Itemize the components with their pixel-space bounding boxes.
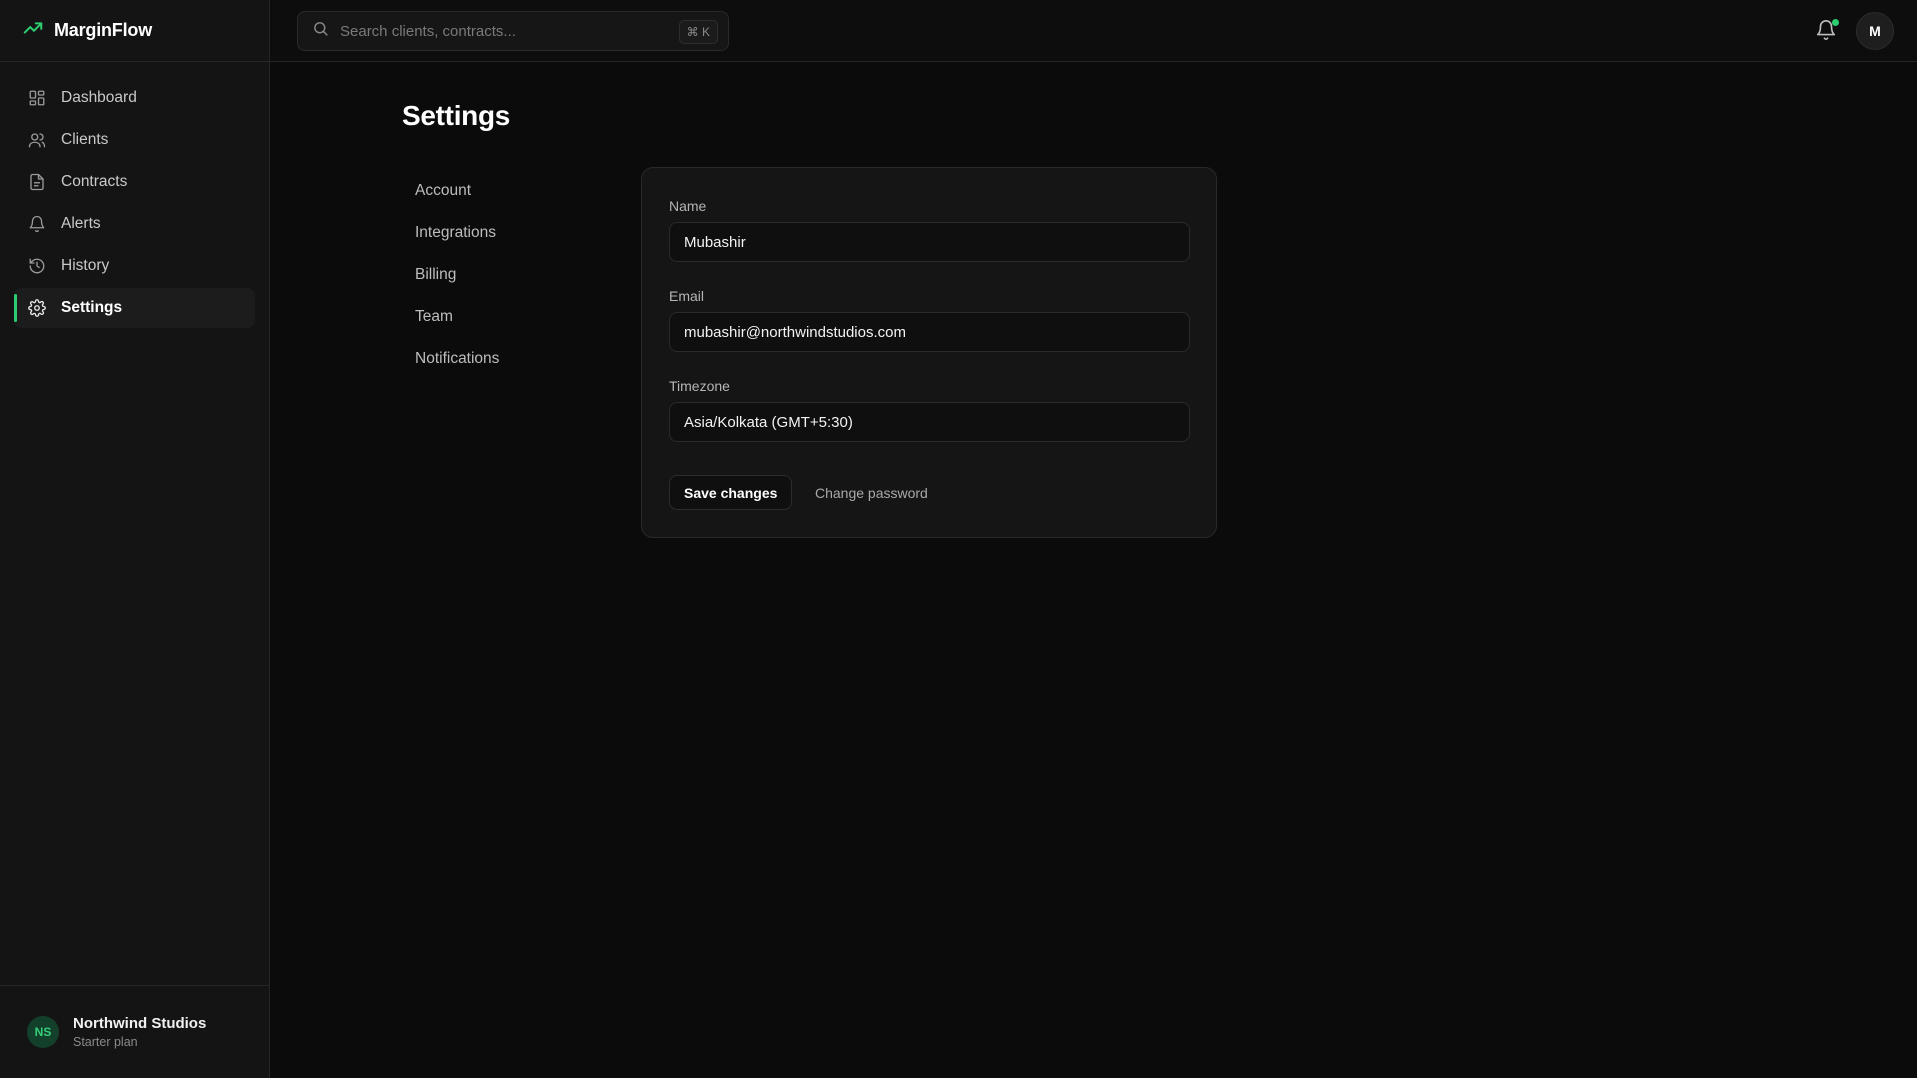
brand[interactable]: MarginFlow bbox=[0, 0, 269, 62]
trending-up-icon bbox=[22, 17, 44, 44]
account-settings-card: Name Email Timezone Save changes Change … bbox=[641, 167, 1217, 538]
app-root: MarginFlow Dashboard Clients Contracts A… bbox=[0, 0, 1917, 1078]
subnav-account[interactable]: Account bbox=[415, 170, 499, 212]
shortcut-hint: ⌘ K bbox=[678, 20, 718, 44]
email-field-wrapper bbox=[669, 312, 1190, 352]
topbar: ⌘ K M bbox=[270, 0, 1917, 62]
sidebar-item-clients[interactable]: Clients bbox=[14, 120, 255, 160]
email-field[interactable] bbox=[684, 323, 1189, 341]
name-field-wrapper bbox=[669, 222, 1190, 262]
org-info: Northwind Studios Starter plan bbox=[73, 1015, 206, 1049]
users-icon bbox=[27, 130, 47, 150]
sidebar-item-label: Alerts bbox=[61, 215, 101, 232]
timezone-label: Timezone bbox=[669, 378, 730, 394]
name-label: Name bbox=[669, 198, 707, 214]
bell-icon bbox=[27, 214, 47, 234]
search-icon bbox=[312, 20, 329, 42]
sidebar: MarginFlow Dashboard Clients Contracts A… bbox=[0, 0, 270, 1078]
org-name: Northwind Studios bbox=[73, 1015, 207, 1032]
sidebar-item-settings[interactable]: Settings bbox=[14, 288, 255, 328]
name-field[interactable] bbox=[684, 233, 1189, 251]
search-box[interactable]: ⌘ K bbox=[297, 11, 729, 51]
notifications-button[interactable] bbox=[1815, 19, 1839, 43]
sidebar-item-history[interactable]: History bbox=[14, 246, 255, 286]
sidebar-item-label: History bbox=[61, 257, 110, 274]
notification-dot bbox=[1832, 19, 1839, 26]
change-password-button[interactable]: Change password bbox=[815, 475, 928, 510]
subnav-notifications[interactable]: Notifications bbox=[415, 338, 499, 380]
subnav-integrations[interactable]: Integrations bbox=[415, 212, 499, 254]
subnav-billing[interactable]: Billing bbox=[415, 254, 499, 296]
subnav-team[interactable]: Team bbox=[415, 296, 499, 338]
gear-icon bbox=[27, 298, 47, 318]
search-input[interactable] bbox=[340, 22, 670, 40]
grid-icon bbox=[27, 88, 47, 108]
page-title: Settings bbox=[402, 100, 511, 131]
brand-name: MarginFlow bbox=[54, 20, 152, 40]
history-icon bbox=[27, 256, 47, 276]
timezone-field[interactable] bbox=[684, 413, 1189, 431]
document-icon bbox=[27, 172, 47, 192]
sidebar-item-label: Clients bbox=[61, 131, 109, 148]
sidebar-item-contracts[interactable]: Contracts bbox=[14, 162, 255, 202]
timezone-field-wrapper bbox=[669, 402, 1190, 442]
org-plan: Starter plan bbox=[73, 1035, 138, 1049]
sidebar-item-label: Contracts bbox=[61, 173, 128, 190]
org-avatar: NS bbox=[27, 1016, 59, 1048]
sidebar-item-alerts[interactable]: Alerts bbox=[14, 204, 255, 244]
save-button[interactable]: Save changes bbox=[669, 475, 793, 510]
sidebar-nav: Dashboard Clients Contracts Alerts Histo… bbox=[0, 62, 269, 328]
org-switcher[interactable]: NS Northwind Studios Starter plan bbox=[0, 985, 269, 1078]
settings-subnav: Account Integrations Billing Team Notifi… bbox=[415, 170, 499, 380]
sidebar-item-label: Settings bbox=[61, 299, 123, 316]
sidebar-item-dashboard[interactable]: Dashboard bbox=[14, 78, 255, 118]
sidebar-item-label: Dashboard bbox=[61, 89, 137, 106]
bell-icon bbox=[1815, 20, 1837, 45]
user-avatar[interactable]: M bbox=[1856, 12, 1894, 50]
email-label: Email bbox=[669, 288, 705, 304]
